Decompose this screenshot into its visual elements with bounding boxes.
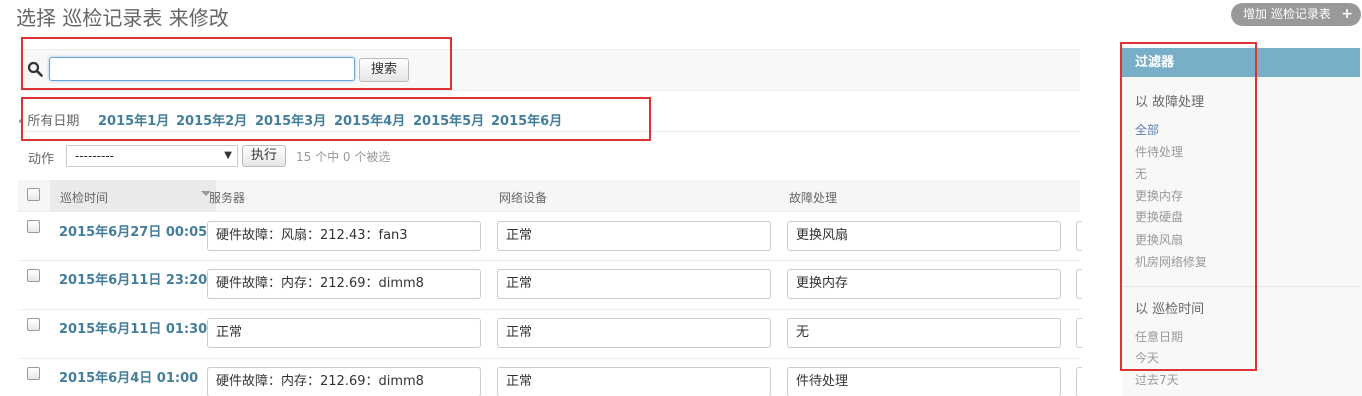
handling-field[interactable]: 无 — [787, 318, 1061, 348]
select-all-checkbox[interactable] — [27, 188, 40, 201]
filter-option[interactable]: 过去7天 — [1135, 371, 1179, 388]
action-select-value: --------- — [75, 149, 114, 163]
row-time-link[interactable]: 2015年6月11日 01:30 — [59, 318, 207, 337]
handling-field[interactable]: 更换内存 — [787, 269, 1061, 299]
server-field[interactable]: 正常 — [207, 318, 481, 348]
column-header-network[interactable]: 网络设备 — [499, 189, 547, 206]
chevron-down-icon: ▼ — [224, 150, 232, 161]
row-divider — [18, 260, 1080, 261]
row-checkbox[interactable] — [27, 318, 40, 331]
truncated-field[interactable] — [1076, 269, 1082, 299]
annotation-box-search — [21, 37, 452, 90]
server-field[interactable]: 硬件故障：风扇：212.43：fan3 — [207, 221, 481, 251]
server-field[interactable]: 硬件故障：内存：212.69：dimm8 — [207, 367, 481, 396]
add-record-label: 增加 巡检记录表 — [1243, 7, 1331, 21]
row-divider — [18, 309, 1080, 310]
row-checkbox[interactable] — [27, 220, 40, 233]
truncated-field[interactable] — [1076, 318, 1082, 348]
annotation-box-filter — [1120, 42, 1257, 371]
row-checkbox[interactable] — [27, 269, 40, 282]
row-checkbox[interactable] — [27, 367, 40, 380]
handling-field[interactable]: 更换风扇 — [787, 221, 1061, 251]
column-header-server[interactable]: 服务器 — [209, 189, 245, 206]
network-field[interactable]: 正常 — [497, 318, 771, 348]
row-time-link[interactable]: 2015年6月11日 23:20 — [59, 269, 207, 288]
truncated-field[interactable] — [1076, 221, 1082, 251]
annotation-box-dates — [21, 97, 651, 141]
selection-counter: 15 个中 0 个被选 — [296, 150, 391, 164]
add-record-button[interactable]: 增加 巡检记录表 + — [1231, 3, 1361, 26]
column-header-handling[interactable]: 故障处理 — [789, 189, 837, 206]
column-header-time[interactable]: 巡检时间 — [60, 189, 108, 206]
row-divider — [18, 358, 1080, 359]
network-field[interactable]: 正常 — [497, 367, 771, 396]
server-field[interactable]: 硬件故障：内存：212.69：dimm8 — [207, 269, 481, 299]
truncated-field[interactable] — [1076, 367, 1082, 396]
plus-icon: + — [1341, 6, 1353, 22]
actions-label: 动作 — [28, 152, 55, 167]
network-field[interactable]: 正常 — [497, 269, 771, 299]
run-action-button[interactable]: 执行 — [242, 145, 286, 167]
row-time-link[interactable]: 2015年6月27日 00:05 — [59, 221, 207, 240]
network-field[interactable]: 正常 — [497, 221, 771, 251]
table-header: 巡检时间 服务器 网络设备 故障处理 — [18, 180, 1080, 212]
action-select[interactable]: --------- ▼ — [66, 145, 238, 167]
row-time-link[interactable]: 2015年6月4日 01:00 — [59, 367, 198, 386]
page-title: 选择 巡检记录表 来修改 — [16, 6, 229, 30]
handling-field[interactable]: 件待处理 — [787, 367, 1061, 396]
